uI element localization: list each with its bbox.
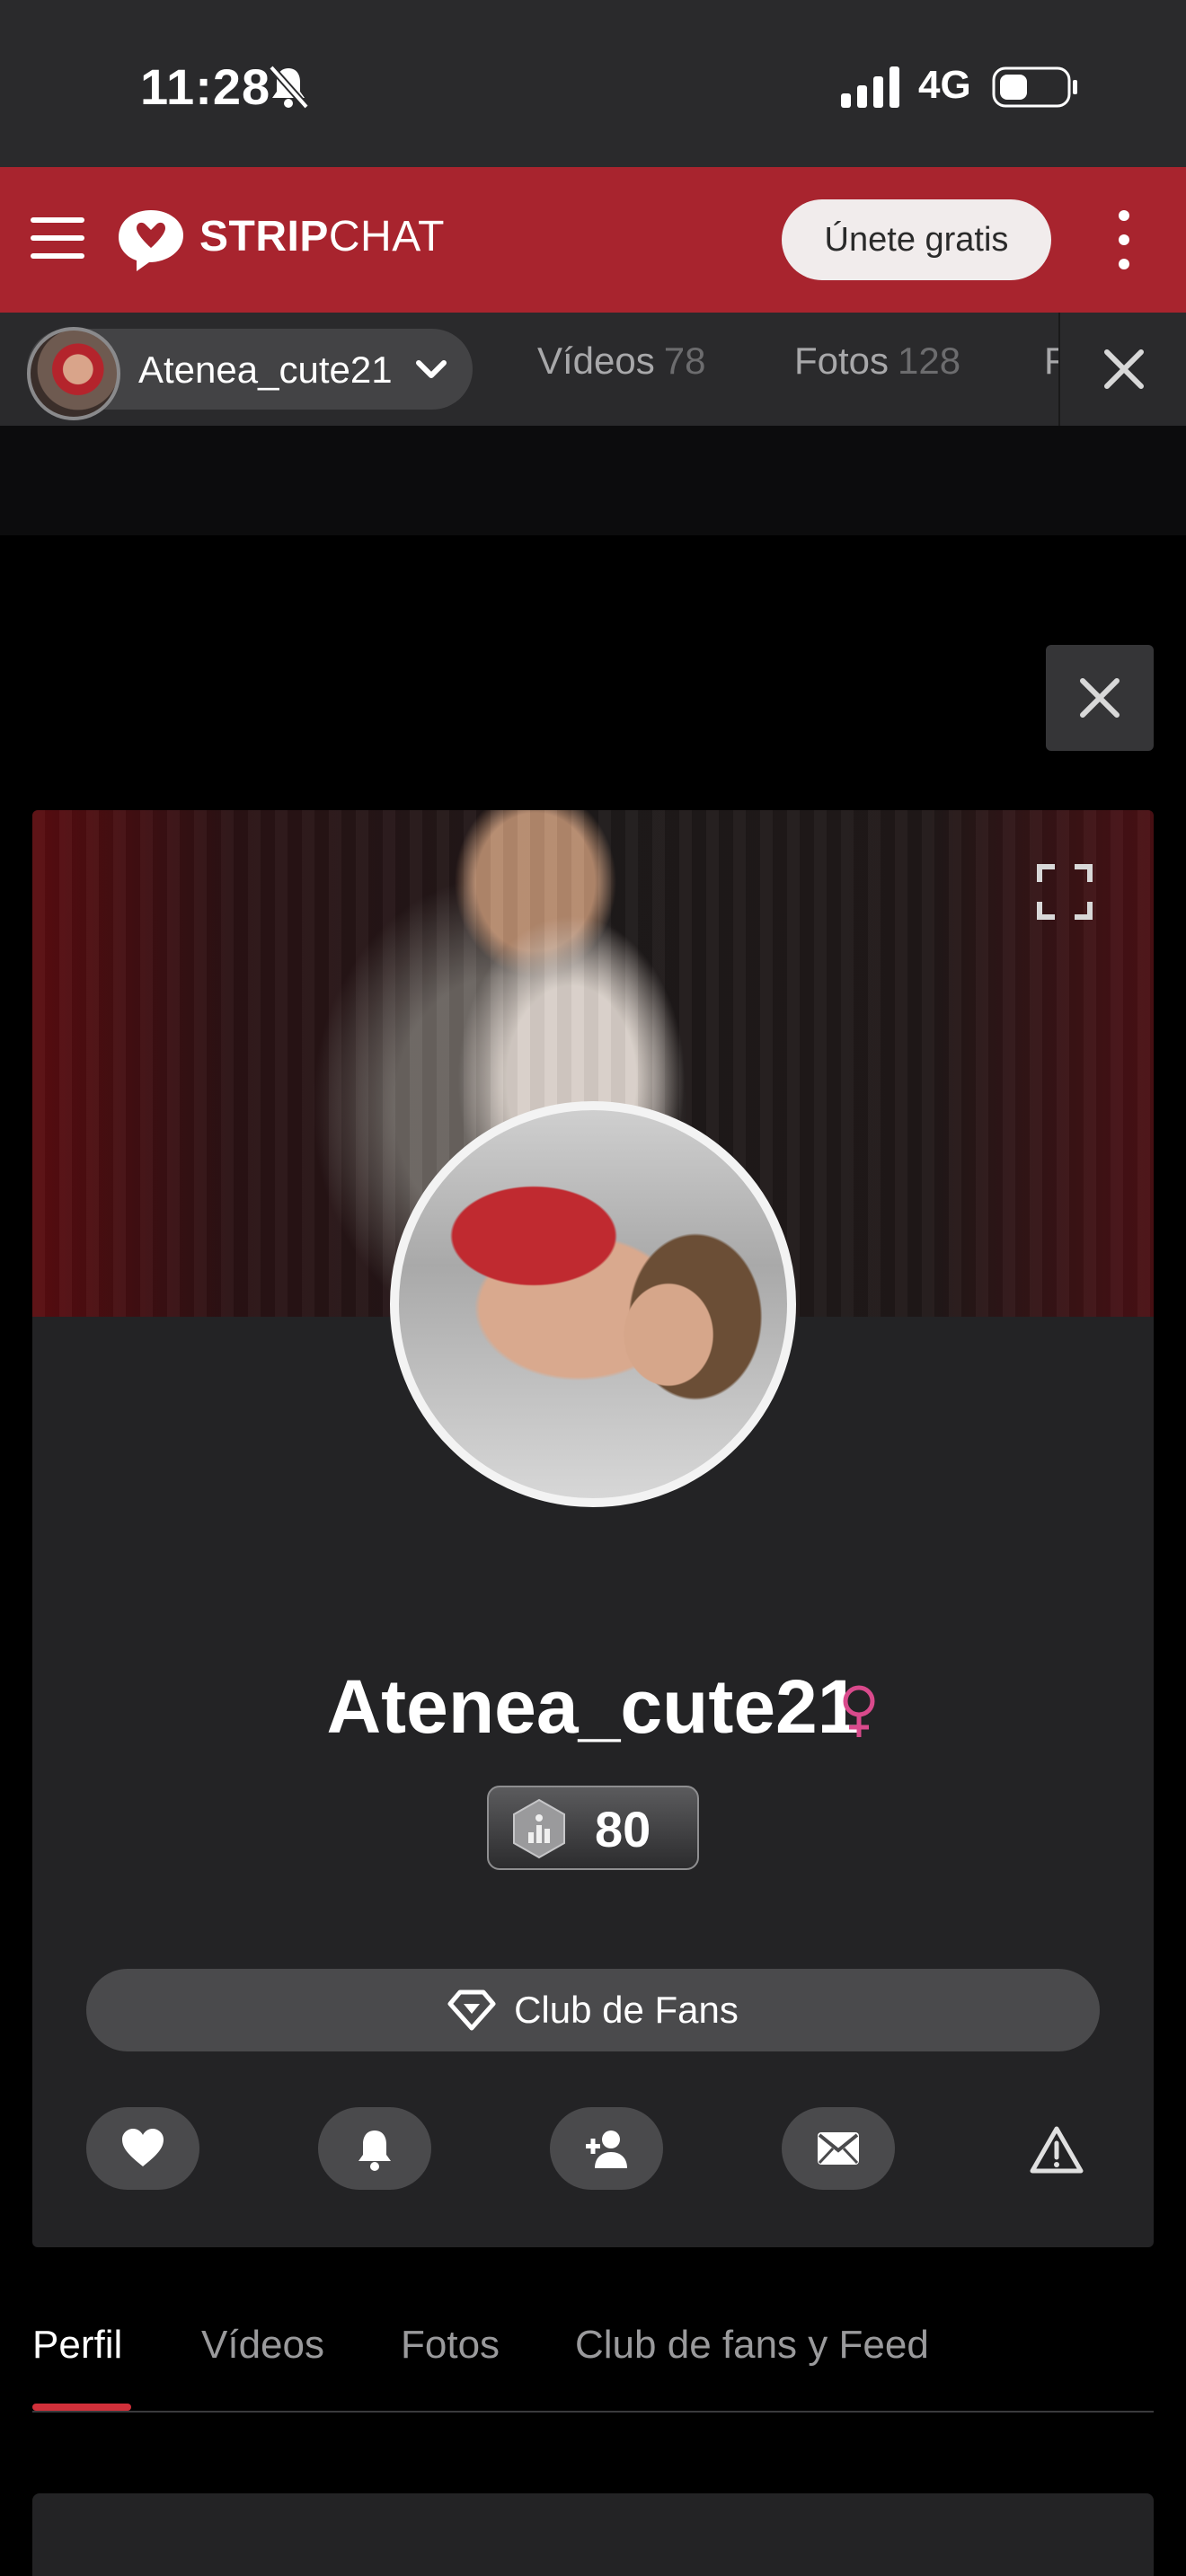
subbar-close-button[interactable] (1058, 313, 1186, 426)
report-warning-icon[interactable] (1030, 2125, 1084, 2174)
status-time: 11:28 (140, 58, 271, 115)
bell-off-icon (269, 65, 309, 110)
tab-fan-club-feed[interactable]: Club de fans y Feed (575, 2323, 929, 2368)
top-header: STRIPCHAT Únete gratis (0, 167, 1186, 313)
signal-icon (841, 66, 899, 108)
follow-button[interactable] (550, 2107, 663, 2190)
add-user-icon (586, 2130, 627, 2168)
stripchat-logo-icon[interactable] (117, 208, 185, 273)
battery-icon (992, 66, 1077, 108)
notifications-button[interactable] (318, 2107, 431, 2190)
tab-videos[interactable]: Vídeos (201, 2323, 324, 2368)
active-tab-indicator (32, 2404, 131, 2411)
diamond-icon (447, 1989, 496, 2031)
mail-icon (818, 2132, 859, 2165)
subtab-videos[interactable]: Vídeos 78 (537, 340, 705, 383)
content-card (32, 2493, 1154, 2576)
ad-strip (0, 426, 1186, 535)
fan-club-label: Club de Fans (514, 1989, 739, 2031)
profile-name: Atenea_cute21 (326, 1664, 860, 1749)
join-free-button[interactable]: Únete gratis (782, 199, 1051, 280)
profile-tabs: Perfil Vídeos Fotos Club de fans y Feed (32, 2317, 1154, 2413)
message-button[interactable] (782, 2107, 895, 2190)
fullscreen-expand-icon[interactable] (1037, 864, 1093, 920)
level-number: 80 (595, 1801, 651, 1857)
close-profile-button[interactable] (1046, 645, 1154, 751)
profile-avatar[interactable] (390, 1101, 796, 1507)
chevron-down-icon (416, 360, 447, 378)
model-subbar: Atenea_cute21 Vídeos 78 Fotos 128 F (0, 313, 1186, 426)
level-hexagon-icon (513, 1798, 565, 1859)
more-options-icon[interactable] (1111, 208, 1137, 271)
female-gender-icon (843, 1685, 875, 1737)
close-icon (1080, 678, 1120, 718)
user-level-badge[interactable]: 80 (487, 1786, 699, 1870)
model-selector[interactable]: Atenea_cute21 (27, 327, 473, 420)
model-selector-name: Atenea_cute21 (138, 348, 393, 391)
brand-logo-text[interactable]: STRIPCHAT (199, 212, 445, 261)
fan-club-button[interactable]: Club de Fans (86, 1969, 1100, 2051)
favorite-button[interactable] (86, 2107, 199, 2190)
model-avatar (27, 327, 120, 420)
heart-icon (122, 2129, 164, 2166)
hamburger-menu-icon[interactable] (31, 214, 84, 262)
network-label: 4G (918, 63, 971, 107)
bell-icon (358, 2130, 391, 2171)
tab-fotos[interactable]: Fotos (401, 2323, 500, 2368)
status-bar: 11:28 4G (0, 0, 1186, 167)
subtab-photos[interactable]: Fotos 128 (794, 340, 960, 383)
tab-perfil[interactable]: Perfil (32, 2323, 122, 2368)
close-icon (1104, 349, 1144, 389)
